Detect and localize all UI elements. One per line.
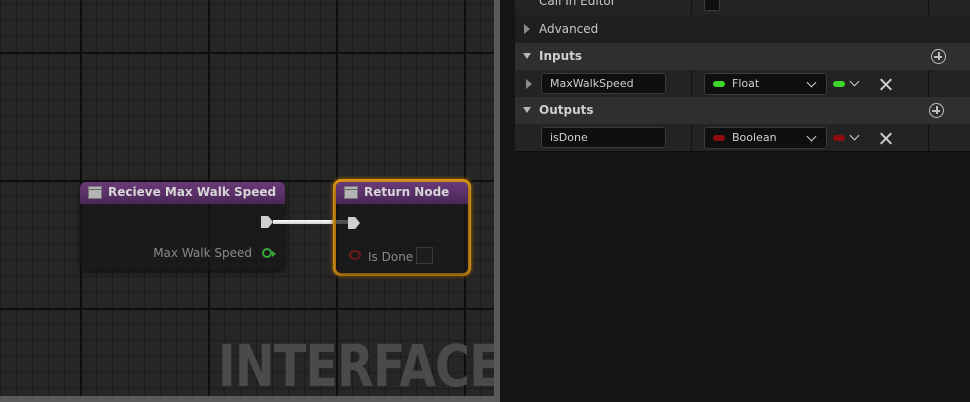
blueprint-editor: Recieve Max Walk Speed Max Walk Speed Re… bbox=[0, 0, 970, 402]
output-param-type-select[interactable]: Boolean bbox=[704, 127, 827, 149]
call-in-editor-checkbox[interactable] bbox=[704, 0, 720, 11]
column-divider bbox=[928, 70, 929, 98]
graph-watermark: INTERFACE bbox=[218, 332, 497, 400]
inputs-section-header[interactable]: Inputs bbox=[515, 43, 970, 70]
call-in-editor-label: Call In Editor bbox=[539, 0, 616, 8]
inputs-title: Inputs bbox=[539, 49, 583, 63]
float-output-pin[interactable] bbox=[262, 248, 276, 258]
output-param-row: Boolean bbox=[515, 124, 970, 152]
input-param-name-field[interactable] bbox=[541, 73, 666, 94]
pin-label-max-walk-speed: Max Walk Speed bbox=[153, 246, 252, 260]
type-label: Float bbox=[732, 77, 760, 90]
event-node-recieve-max-walk-speed[interactable]: Recieve Max Walk Speed Max Walk Speed bbox=[80, 182, 285, 270]
remove-output-icon[interactable] bbox=[878, 130, 894, 146]
column-divider bbox=[691, 70, 692, 98]
panel-splitter[interactable] bbox=[500, 0, 515, 402]
container-type-icon[interactable] bbox=[833, 135, 845, 141]
divider bbox=[515, 151, 970, 152]
call-in-editor-row: Call In Editor bbox=[515, 0, 970, 15]
add-input-icon[interactable] bbox=[931, 49, 946, 64]
node-title: Return Node bbox=[364, 185, 450, 199]
node-header[interactable]: Recieve Max Walk Speed bbox=[80, 182, 285, 204]
remove-input-icon[interactable] bbox=[878, 76, 894, 92]
column-divider bbox=[928, 0, 929, 15]
input-param-type-select[interactable]: Float bbox=[704, 73, 827, 95]
expand-arrow-icon[interactable] bbox=[526, 79, 532, 89]
expand-arrow-icon[interactable] bbox=[524, 24, 530, 34]
chevron-down-icon bbox=[806, 131, 817, 142]
graph-canvas[interactable]: Recieve Max Walk Speed Max Walk Speed Re… bbox=[0, 0, 497, 402]
node-title: Recieve Max Walk Speed bbox=[108, 185, 277, 199]
function-icon bbox=[344, 186, 358, 199]
column-divider bbox=[691, 124, 692, 152]
column-divider bbox=[928, 124, 929, 152]
float-type-icon bbox=[713, 81, 725, 87]
node-header[interactable]: Return Node bbox=[336, 182, 468, 204]
type-label: Boolean bbox=[732, 131, 777, 144]
chevron-down-icon[interactable] bbox=[849, 130, 860, 141]
outputs-section-header[interactable]: Outputs bbox=[515, 97, 970, 124]
chevron-down-icon[interactable] bbox=[849, 76, 860, 87]
function-icon bbox=[88, 186, 102, 199]
output-param-name-field[interactable] bbox=[541, 127, 666, 148]
is-done-checkbox[interactable] bbox=[416, 247, 433, 264]
chevron-down-icon bbox=[806, 77, 817, 88]
column-divider bbox=[691, 0, 692, 15]
outputs-title: Outputs bbox=[539, 103, 594, 117]
pin-label-is-done: Is Done bbox=[368, 250, 414, 264]
details-panel: Call In Editor Advanced Inputs Float bbox=[515, 0, 970, 402]
collapse-arrow-icon[interactable] bbox=[523, 107, 531, 113]
input-param-row: Float bbox=[515, 70, 970, 98]
collapse-arrow-icon[interactable] bbox=[523, 53, 531, 59]
add-output-icon[interactable] bbox=[929, 103, 944, 118]
boolean-input-pin[interactable] bbox=[349, 250, 361, 260]
return-node[interactable]: Return Node Is Done bbox=[333, 179, 471, 276]
container-type-icon[interactable] bbox=[833, 81, 845, 87]
advanced-label: Advanced bbox=[539, 22, 599, 36]
graph-border bbox=[0, 396, 500, 402]
advanced-section-header[interactable]: Advanced bbox=[515, 15, 970, 43]
boolean-type-icon bbox=[713, 135, 725, 141]
